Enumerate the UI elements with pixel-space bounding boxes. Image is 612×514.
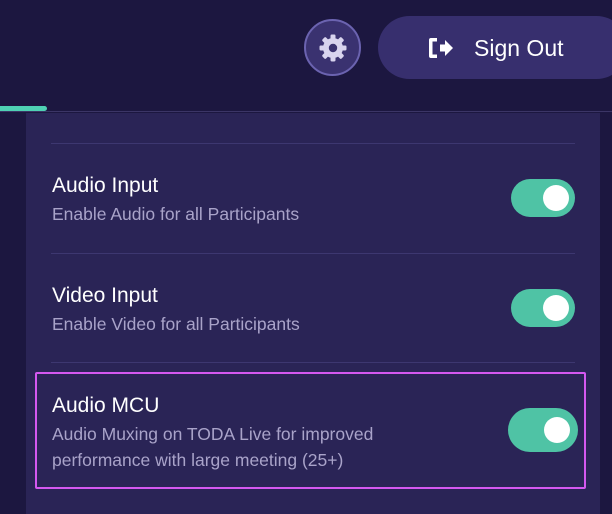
audio-mcu-toggle[interactable] (508, 408, 578, 452)
setting-description-line-2: performance with large meeting (25+) (52, 450, 344, 470)
sign-out-icon (429, 38, 453, 58)
sign-out-label: Sign Out (474, 35, 564, 61)
setting-title: Audio Input (52, 174, 159, 197)
audio-input-toggle[interactable] (511, 179, 575, 217)
setting-description-line-1: Audio Muxing on TODA Live for improved (52, 424, 374, 444)
divider (51, 362, 575, 363)
header-bar: Sign Out (0, 0, 612, 112)
sign-out-button[interactable]: Sign Out (378, 16, 612, 79)
setting-description: Enable Audio for all Participants (52, 204, 300, 224)
toggle-knob (543, 185, 569, 211)
setting-title: Video Input (52, 284, 158, 307)
header-divider (0, 111, 612, 112)
toggle-knob (543, 295, 569, 321)
settings-screen: Sign Out Audio Input Enable Audio for al… (0, 0, 612, 514)
toggle-knob (544, 417, 570, 443)
gear-icon (319, 34, 346, 61)
video-input-toggle[interactable] (511, 289, 575, 327)
settings-button[interactable] (304, 19, 361, 76)
divider (51, 143, 575, 144)
setting-title: Audio MCU (52, 394, 160, 417)
divider (51, 253, 575, 254)
panel-edge (600, 113, 612, 514)
setting-description: Enable Video for all Participants (52, 314, 300, 334)
